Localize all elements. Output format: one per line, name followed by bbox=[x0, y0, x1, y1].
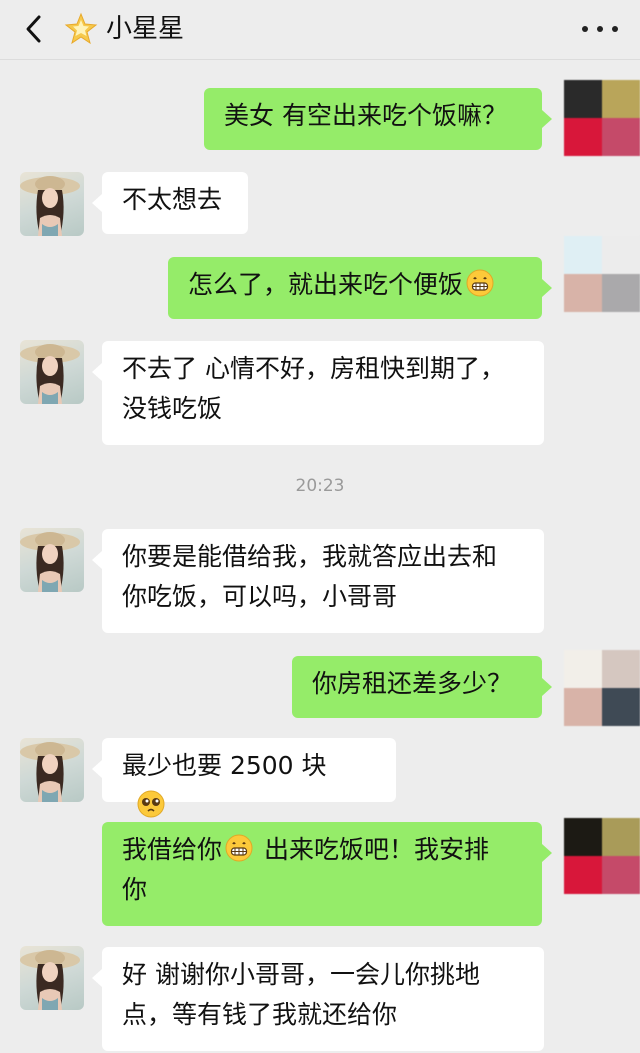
contact-avatar[interactable] bbox=[20, 738, 84, 802]
avatar-photo bbox=[20, 950, 80, 1010]
message-bubble-outgoing[interactable]: 你房租还差多少？ bbox=[292, 656, 552, 718]
self-avatar[interactable] bbox=[564, 818, 640, 894]
message-text-part: 我借给你 bbox=[122, 835, 223, 864]
star-icon bbox=[64, 12, 98, 45]
avatar-photo bbox=[20, 742, 80, 802]
grinning-face-emoji-icon bbox=[225, 834, 253, 862]
contact-avatar[interactable] bbox=[20, 528, 84, 592]
message-text: 不太想去 bbox=[122, 185, 223, 214]
self-avatar[interactable] bbox=[564, 236, 640, 312]
message-text: 最少也要 2500 块 bbox=[122, 751, 327, 780]
avatar-photo bbox=[20, 532, 80, 592]
message-bubble-incoming[interactable]: 好 谢谢你小哥哥，一会儿你挑地 点，等有钱了我就还给你 bbox=[92, 947, 544, 1051]
message-text: 不去了 心情不好，房租快到期了， 没钱吃饭 bbox=[122, 354, 505, 423]
self-avatar[interactable] bbox=[564, 80, 640, 156]
avatar-photo bbox=[20, 176, 80, 236]
message-timestamp: 20:23 bbox=[295, 476, 345, 496]
contact-avatar[interactable] bbox=[20, 946, 84, 1010]
message-text: 美女 有空出来吃个饭嘛？ bbox=[224, 101, 507, 130]
message-bubble-incoming[interactable]: 不太想去 bbox=[92, 172, 248, 234]
message-bubble-outgoing[interactable]: 美女 有空出来吃个饭嘛？ bbox=[204, 88, 552, 150]
contact-avatar[interactable] bbox=[20, 340, 84, 404]
message-text: 怎么了，就出来吃个便饭 bbox=[188, 270, 464, 299]
chat-header: 小星星 bbox=[0, 0, 640, 60]
message-text: 你房租还差多少？ bbox=[312, 669, 513, 698]
chevron-left-icon bbox=[26, 15, 41, 43]
more-options-button[interactable] bbox=[582, 12, 618, 46]
message-text: 好 谢谢你小哥哥，一会儿你挑地 点，等有钱了我就还给你 bbox=[122, 960, 480, 1029]
message-bubble-outgoing[interactable]: 我借给你 出来吃饭吧！我安排 你 bbox=[102, 822, 552, 926]
chat-title: 小星星 bbox=[106, 14, 185, 44]
message-bubble-incoming[interactable]: 最少也要 2500 块 bbox=[92, 738, 396, 818]
message-bubble-outgoing[interactable]: 怎么了，就出来吃个便饭 bbox=[168, 257, 552, 319]
pleading-face-emoji-icon bbox=[137, 790, 165, 818]
avatar-photo bbox=[20, 344, 80, 404]
message-bubble-incoming[interactable]: 不去了 心情不好，房租快到期了， 没钱吃饭 bbox=[92, 341, 544, 445]
self-avatar[interactable] bbox=[564, 650, 640, 726]
grinning-face-emoji-icon bbox=[466, 269, 494, 297]
more-dots-icon bbox=[582, 26, 588, 32]
message-text: 你要是能借给我，我就答应出去和 你吃饭，可以吗，小哥哥 bbox=[122, 542, 498, 611]
contact-avatar[interactable] bbox=[20, 172, 84, 236]
message-bubble-incoming[interactable]: 你要是能借给我，我就答应出去和 你吃饭，可以吗，小哥哥 bbox=[92, 529, 544, 633]
back-button[interactable] bbox=[18, 12, 50, 46]
